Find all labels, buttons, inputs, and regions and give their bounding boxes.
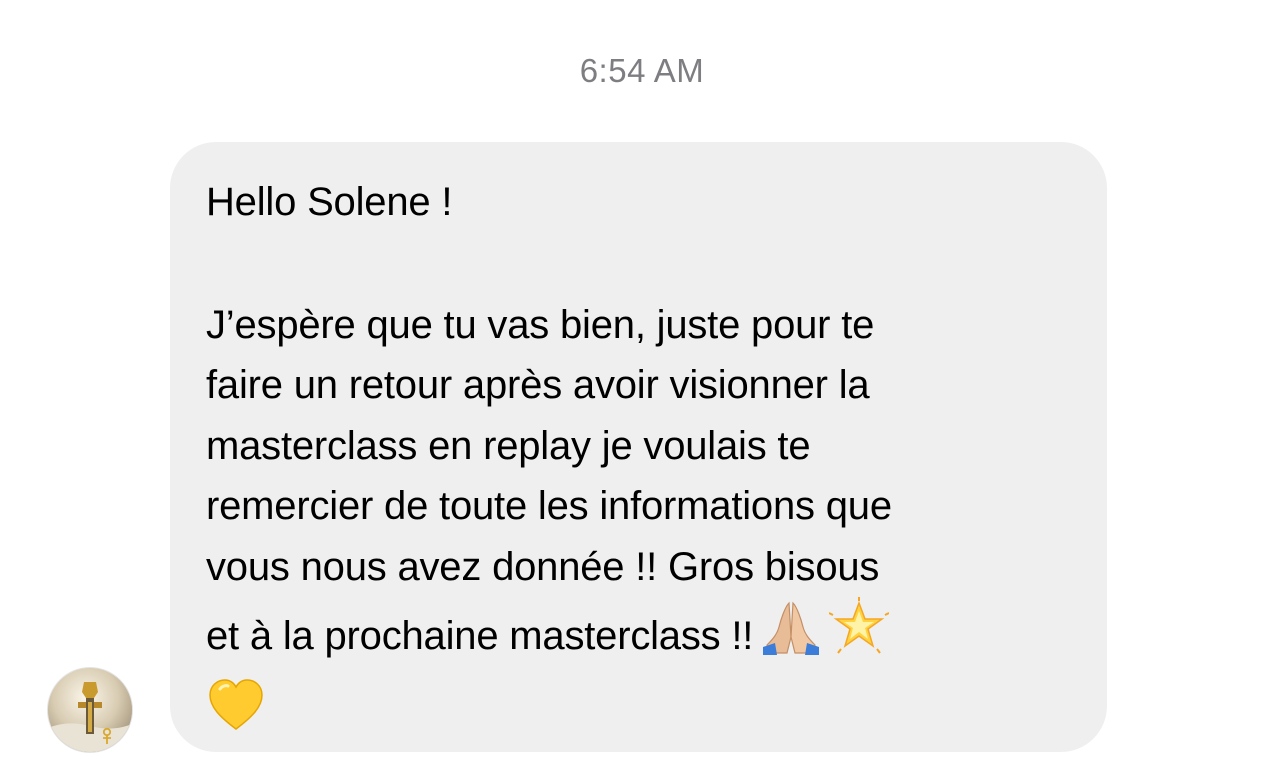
- chat-screen: 6:54 AM Hello Solene ! J’espère que tu v…: [0, 0, 1284, 776]
- sender-avatar[interactable]: [48, 668, 132, 752]
- message-line: remercier de toute les informations que: [206, 484, 892, 528]
- incoming-message-bubble[interactable]: Hello Solene ! J’espère que tu vas bien,…: [170, 142, 1107, 752]
- message-line-text: et à la prochaine masterclass !!: [206, 614, 754, 658]
- message-emoji-line: [206, 675, 1071, 753]
- message-line: vous nous avez donnée !! Gros bisous: [206, 544, 880, 589]
- folded-hands-icon: [761, 597, 821, 675]
- message-timestamp: 6:54 AM: [579, 52, 705, 89]
- message-greeting: Hello Solene !: [206, 180, 453, 224]
- message-line: J’espère que tu vas bien, juste pour te: [206, 302, 875, 347]
- yellow-heart-icon: [206, 675, 266, 753]
- glowing-star-icon: [828, 597, 890, 675]
- message-line: masterclass en replay je voulais te: [206, 423, 811, 468]
- message-line: faire un retour après avoir visionner la: [206, 363, 870, 407]
- avatar-image-icon: [48, 668, 132, 752]
- message-last-line: et à la prochaine masterclass !!: [206, 597, 1071, 675]
